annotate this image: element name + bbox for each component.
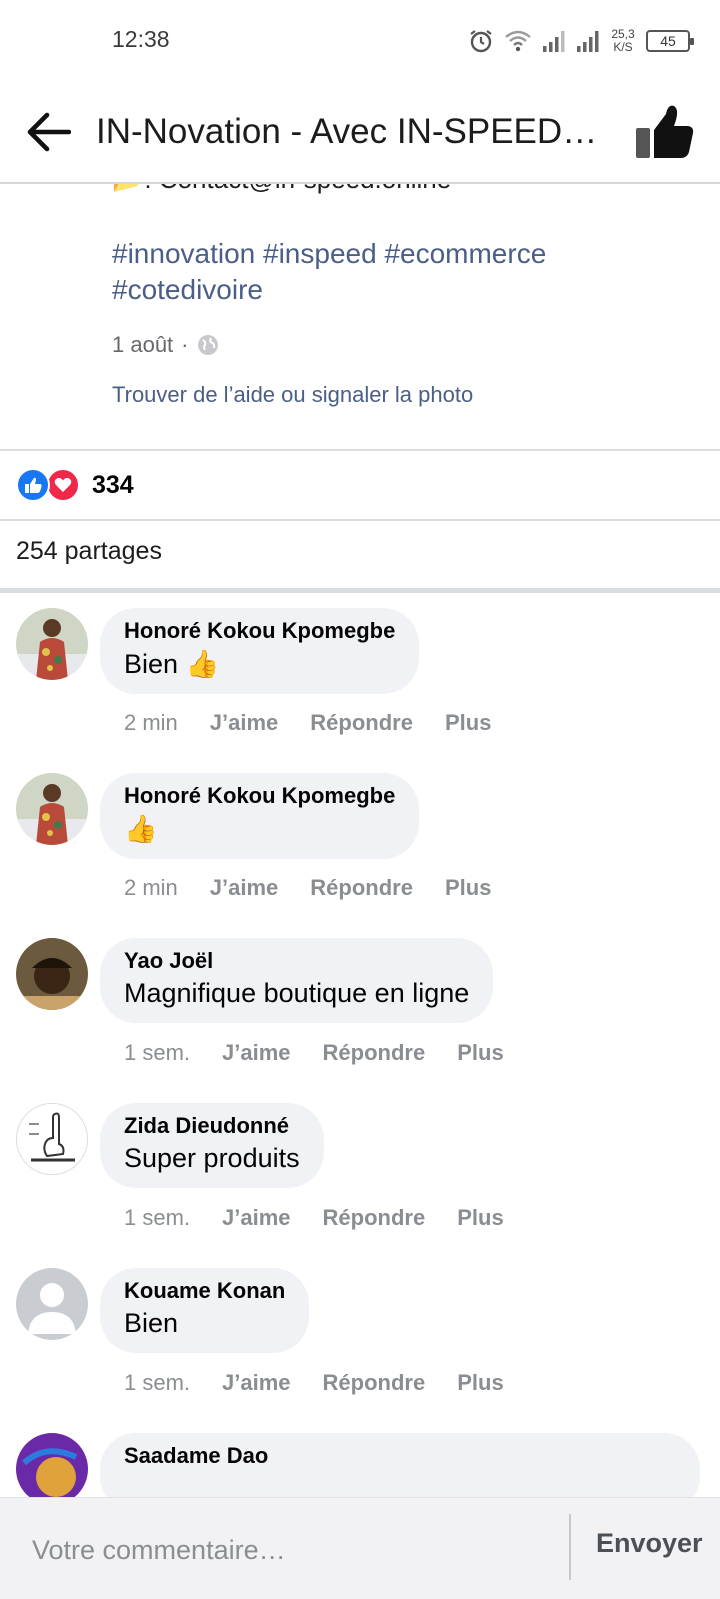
reactions-row[interactable]: 334: [0, 450, 720, 520]
back-arrow-icon: [27, 112, 71, 152]
post-meta: 1 août ·: [112, 332, 219, 358]
more-button[interactable]: Plus: [457, 1205, 503, 1231]
comment-author[interactable]: Honoré Kokou Kpomegbe: [124, 783, 395, 809]
status-icons: 25,3 K/S 45: [468, 24, 694, 58]
back-button[interactable]: [20, 106, 76, 158]
reply-button[interactable]: Répondre: [323, 1040, 426, 1066]
comment-time: 2 min: [124, 875, 178, 900]
like-reaction-icon: [16, 468, 50, 502]
comment-author[interactable]: Kouame Konan: [124, 1278, 285, 1304]
send-button[interactable]: Envoyer: [596, 1528, 703, 1559]
comment-text: Super produits: [124, 1143, 300, 1173]
shares-count[interactable]: 254 partages: [16, 537, 162, 566]
comment-bubble: Kouame Konan Bien: [100, 1268, 310, 1353]
reaction-count: 334: [92, 470, 134, 499]
contact-line: 📂: Contact@in-speed.online: [112, 184, 451, 195]
composer-divider: [569, 1514, 571, 1580]
more-button[interactable]: Plus: [457, 1370, 503, 1396]
page-title: IN-Novation - Avec IN-SPEED t…: [96, 112, 606, 151]
avatar[interactable]: [16, 938, 88, 1010]
network-speed-unit: K/S: [613, 40, 633, 54]
divider: [0, 519, 720, 521]
comment-text: Bien 👍: [124, 649, 220, 679]
like-comment-button[interactable]: J’aime: [222, 1370, 291, 1396]
signal-icon: [577, 31, 599, 52]
comment-time: 1 sem.: [124, 1370, 191, 1395]
love-reaction-icon: [46, 468, 80, 502]
comment-actions: 1 sem. J’aime Répondre Plus: [124, 1040, 504, 1066]
reply-button[interactable]: Répondre: [310, 710, 413, 736]
like-comment-button[interactable]: J’aime: [222, 1040, 291, 1066]
comment-text: Magnifique boutique en ligne: [124, 978, 470, 1008]
post-caption-tail: 📂: Contact@in-speed.online #innovation #…: [0, 184, 720, 450]
reaction-icons: [16, 468, 80, 502]
comment-time: 1 sem.: [124, 1040, 191, 1065]
more-button[interactable]: Plus: [445, 710, 491, 736]
comment-author[interactable]: Yao Joël: [124, 948, 469, 974]
thumbs-up-icon: [636, 105, 694, 158]
comment-author[interactable]: Saadame Dao: [124, 1443, 676, 1469]
reply-button[interactable]: Répondre: [310, 875, 413, 901]
reply-button[interactable]: Répondre: [323, 1205, 426, 1231]
network-speed: 25,3 K/S: [610, 28, 636, 54]
comment-actions: 1 sem. J’aime Répondre Plus: [124, 1205, 504, 1231]
comment-time: 2 min: [124, 710, 178, 735]
post-date: 1 août: [112, 332, 174, 357]
comment-input[interactable]: [32, 1528, 532, 1572]
app-bar: IN-Novation - Avec IN-SPEED t…: [0, 80, 720, 184]
comment-bubble: Zida Dieudonné Super produits: [100, 1103, 324, 1188]
reply-button[interactable]: Répondre: [323, 1370, 426, 1396]
globe-icon: [197, 335, 218, 355]
comment-author[interactable]: Honoré Kokou Kpomegbe: [124, 618, 395, 644]
comment-actions: 1 sem. J’aime Répondre Plus: [124, 1370, 504, 1396]
comment-bubble: Honoré Kokou Kpomegbe 👍: [100, 773, 420, 859]
hashtags[interactable]: #innovation #inspeed #ecommerce #cotediv…: [112, 236, 672, 308]
alarm-icon: [470, 30, 492, 53]
status-bar: 12:38 25,3 K/S 45: [0, 0, 720, 80]
status-time: 12:38: [112, 26, 170, 52]
more-button[interactable]: Plus: [445, 875, 491, 901]
battery-icon: 45: [646, 30, 694, 52]
like-page-button[interactable]: [632, 102, 696, 162]
avatar[interactable]: [16, 1433, 88, 1505]
like-comment-button[interactable]: J’aime: [210, 710, 279, 736]
more-button[interactable]: Plus: [457, 1040, 503, 1066]
help-link[interactable]: Trouver de l’aide ou signaler la photo: [112, 382, 473, 408]
comment-bubble: Yao Joël Magnifique boutique en ligne: [100, 938, 494, 1023]
comment-text: Bien: [124, 1308, 179, 1338]
comment-text: 👍: [124, 814, 158, 844]
meta-separator: ·: [181, 332, 189, 357]
comment-time: 1 sem.: [124, 1205, 191, 1230]
like-comment-button[interactable]: J’aime: [210, 875, 279, 901]
comment-actions: 2 min J’aime Répondre Plus: [124, 875, 491, 901]
comment-bubble: Honoré Kokou Kpomegbe Bien 👍: [100, 608, 420, 694]
signal-icon: [543, 31, 565, 52]
wifi-icon: [505, 30, 531, 52]
like-comment-button[interactable]: J’aime: [222, 1205, 291, 1231]
divider: [0, 588, 720, 593]
avatar[interactable]: [16, 773, 88, 845]
comment-composer: Envoyer: [0, 1497, 720, 1599]
comment-actions: 2 min J’aime Répondre Plus: [124, 710, 491, 736]
comment-author[interactable]: Zida Dieudonné: [124, 1113, 300, 1139]
avatar[interactable]: [16, 1268, 88, 1340]
avatar[interactable]: [16, 608, 88, 680]
avatar[interactable]: [16, 1103, 88, 1175]
